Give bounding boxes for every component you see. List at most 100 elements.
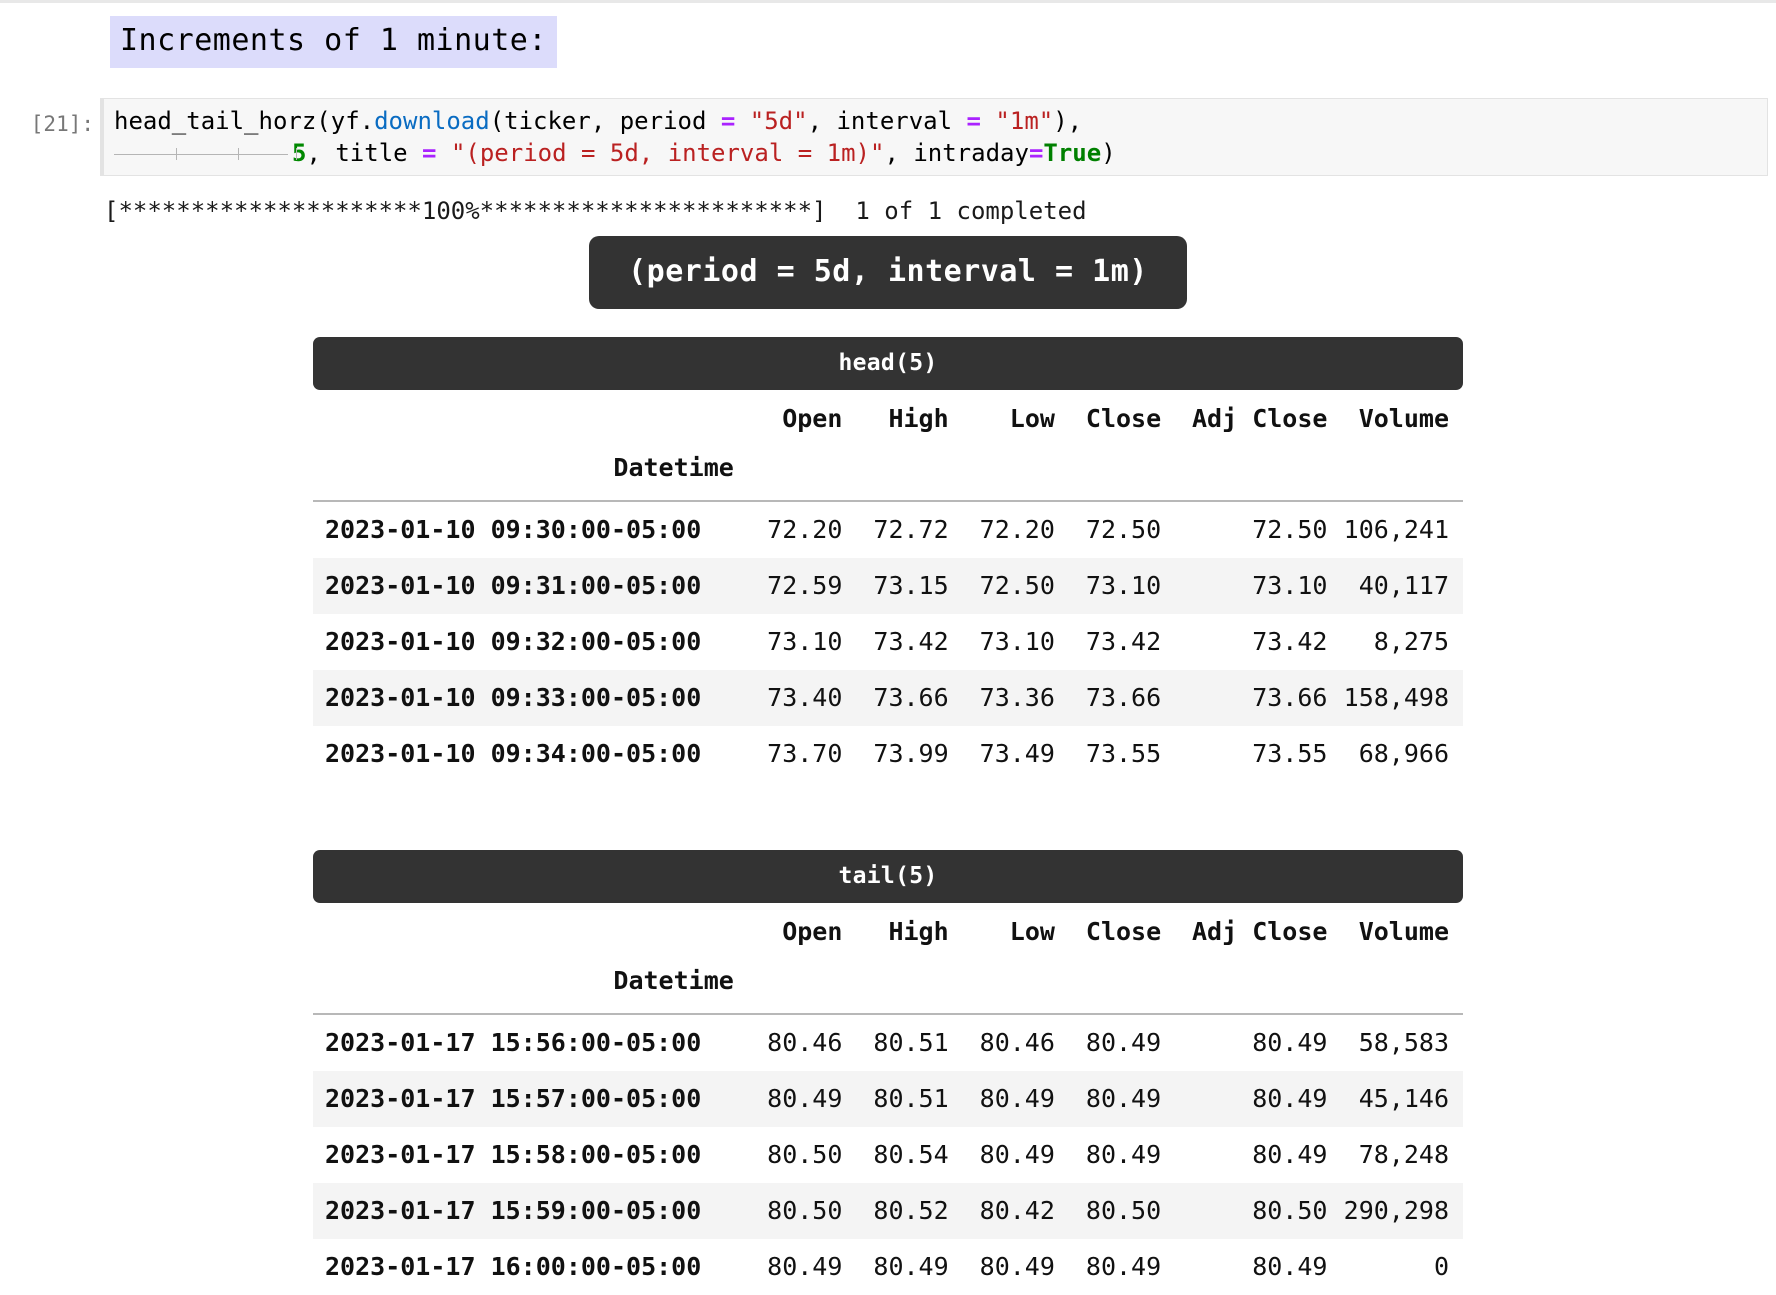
code-line-1: head_tail_horz(yf.download(ticker, perio… (114, 105, 1767, 137)
tail-table-block: tail(5) Open High Low Close Adj Close Vo… (313, 850, 1463, 1295)
tail-row-index-3: 2023-01-17 15:59:00-05:00 (325, 1196, 702, 1225)
head-idxrow-blank-4 (1054, 439, 1162, 502)
code-string-interval: "1m" (980, 107, 1054, 135)
head-cell-open-4: 73.70 (767, 739, 843, 768)
tail-cell-high-2: 80.54 (873, 1140, 949, 1169)
head-row-index-0: 2023-01-10 09:30:00-05:00 (325, 515, 702, 544)
tail-cell-low-2: 80.49 (979, 1140, 1055, 1169)
tail-cell-open-4: 80.49 (767, 1252, 843, 1281)
table-row: 2023-01-17 16:00:00-05:00 80.49 80.49 80… (313, 1239, 1463, 1295)
head-dataframe-table: Open High Low Close Adj Close Volume Dat… (313, 390, 1463, 782)
head-table-block: head(5) Open High Low Close Adj Close Vo… (313, 337, 1463, 782)
tail-cell-volume-0: 58,583 (1358, 1028, 1449, 1057)
tail-row-index-1: 2023-01-17 15:57:00-05:00 (325, 1084, 702, 1113)
cell-output-area: (period = 5d, interval = 1m) head(5) Ope… (0, 236, 1776, 1295)
head-idxrow-blank-6 (1327, 439, 1463, 502)
code-args-a: (ticker, period (489, 107, 721, 135)
tail-row-index-0: 2023-01-17 15:56:00-05:00 (325, 1028, 702, 1057)
code-title-kwarg: , title (306, 139, 423, 167)
head-table-header: Open High Low Close Adj Close Volume Dat… (313, 390, 1463, 502)
tail-idxrow-blank-1 (733, 952, 843, 1015)
head-col-open: Open (782, 404, 843, 433)
table-row: 2023-01-10 09:32:00-05:00 73.10 73.42 73… (313, 614, 1463, 670)
code-string-period: "5d" (735, 107, 808, 135)
tail-row-index-4: 2023-01-17 16:00:00-05:00 (325, 1252, 702, 1281)
head-row-index-3: 2023-01-10 09:33:00-05:00 (325, 683, 702, 712)
tail-cell-adjclose-3: 80.50 (1252, 1196, 1328, 1225)
tail-idxrow-blank-4 (1054, 952, 1162, 1015)
tail-col-open: Open (782, 917, 843, 946)
code-operator-eq2: = (966, 107, 981, 135)
tail-cell-volume-4: 0 (1433, 1252, 1449, 1281)
tail-idxrow-blank-3 (948, 952, 1055, 1015)
tail-cell-close-0: 80.49 (1085, 1028, 1162, 1057)
head-cell-high-0: 72.72 (873, 515, 949, 544)
head-col-volume: Volume (1358, 404, 1449, 433)
tail-table-body: 2023-01-17 15:56:00-05:00 80.46 80.51 80… (313, 1014, 1463, 1295)
head-cell-low-4: 73.49 (979, 739, 1055, 768)
head-column-header-row: Open High Low Close Adj Close Volume (313, 390, 1463, 439)
cell-prompt-label: [21]: (30, 112, 94, 136)
code-keyword-true: True (1043, 139, 1102, 167)
head-cell-close-2: 73.42 (1085, 627, 1162, 656)
tail-col-blank (313, 903, 734, 952)
head-cell-adjclose-4: 73.55 (1252, 739, 1328, 768)
tail-cell-low-4: 80.49 (979, 1252, 1055, 1281)
table-row: 2023-01-10 09:30:00-05:00 72.20 72.72 72… (313, 501, 1463, 558)
output-title-banner: (period = 5d, interval = 1m) (589, 236, 1187, 309)
head-cell-high-4: 73.99 (873, 739, 949, 768)
tail-cell-adjclose-0: 80.49 (1252, 1028, 1328, 1057)
tail-idxrow-blank-6 (1327, 952, 1463, 1015)
head-col-high: High (888, 404, 949, 433)
head-cell-volume-2: 8,275 (1373, 627, 1449, 656)
head-cell-low-3: 73.36 (979, 683, 1055, 712)
markdown-cell[interactable]: Increments of 1 minute: (110, 16, 557, 68)
head-cell-volume-0: 106,241 (1343, 515, 1449, 544)
tail-index-name-row: Datetime (313, 952, 1463, 1015)
tail-cell-low-1: 80.49 (979, 1084, 1055, 1113)
tail-cell-close-2: 80.49 (1085, 1140, 1162, 1169)
tail-idxrow-blank-2 (842, 952, 949, 1015)
top-divider (0, 0, 1776, 3)
tail-idxrow-blank-5 (1161, 952, 1328, 1015)
head-cell-open-1: 72.59 (767, 571, 843, 600)
head-cell-adjclose-3: 73.66 (1252, 683, 1328, 712)
code-editor[interactable]: head_tail_horz(yf.download(ticker, perio… (100, 98, 1768, 176)
code-fn-call: head_tail_horz(yf. (114, 107, 375, 135)
head-cell-close-0: 72.50 (1085, 515, 1162, 544)
tail-cell-high-4: 80.49 (873, 1252, 949, 1281)
stdout-progress-line: [*********************100%**************… (104, 197, 1087, 225)
head-cell-high-2: 73.42 (873, 627, 949, 656)
tail-cell-open-0: 80.46 (767, 1028, 843, 1057)
tail-cell-high-1: 80.51 (873, 1084, 949, 1113)
tail-col-close: Close (1085, 917, 1162, 946)
tail-col-high: High (888, 917, 949, 946)
code-operator-eq4: = (1028, 139, 1044, 167)
code-operator-eq1: = (720, 107, 736, 135)
head-index-name: Datetime (313, 439, 734, 502)
tail-column-header-row: Open High Low Close Adj Close Volume (313, 903, 1463, 952)
head-cell-adjclose-1: 73.10 (1252, 571, 1328, 600)
tail-section-bar: tail(5) (313, 850, 1463, 903)
tail-cell-close-4: 80.49 (1085, 1252, 1162, 1281)
code-string-title: "(period = 5d, interval = 1m)" (436, 139, 885, 167)
table-row: 2023-01-10 09:34:00-05:00 73.70 73.99 73… (313, 726, 1463, 782)
code-cell[interactable]: [21]: head_tail_horz(yf.download(ticker,… (0, 98, 1776, 176)
head-cell-volume-3: 158,498 (1343, 683, 1449, 712)
head-col-adj-close: Adj Close (1192, 404, 1328, 433)
table-row: 2023-01-10 09:31:00-05:00 72.59 73.15 72… (313, 558, 1463, 614)
tail-cell-close-3: 80.50 (1085, 1196, 1162, 1225)
head-idxrow-blank-2 (842, 439, 949, 502)
head-cell-high-1: 73.15 (873, 571, 949, 600)
tail-table-header: Open High Low Close Adj Close Volume Dat… (313, 903, 1463, 1015)
table-row: 2023-01-10 09:33:00-05:00 73.40 73.66 73… (313, 670, 1463, 726)
table-row: 2023-01-17 15:57:00-05:00 80.49 80.51 80… (313, 1071, 1463, 1127)
tail-cell-close-1: 80.49 (1085, 1084, 1162, 1113)
code-download-fn: download (374, 107, 490, 135)
head-cell-low-1: 72.50 (979, 571, 1055, 600)
head-index-name-row: Datetime (313, 439, 1463, 502)
tail-cell-volume-3: 290,298 (1343, 1196, 1449, 1225)
head-idxrow-blank-5 (1161, 439, 1328, 502)
tail-cell-volume-2: 78,248 (1358, 1140, 1449, 1169)
code-line1-tail: ), (1053, 107, 1083, 135)
